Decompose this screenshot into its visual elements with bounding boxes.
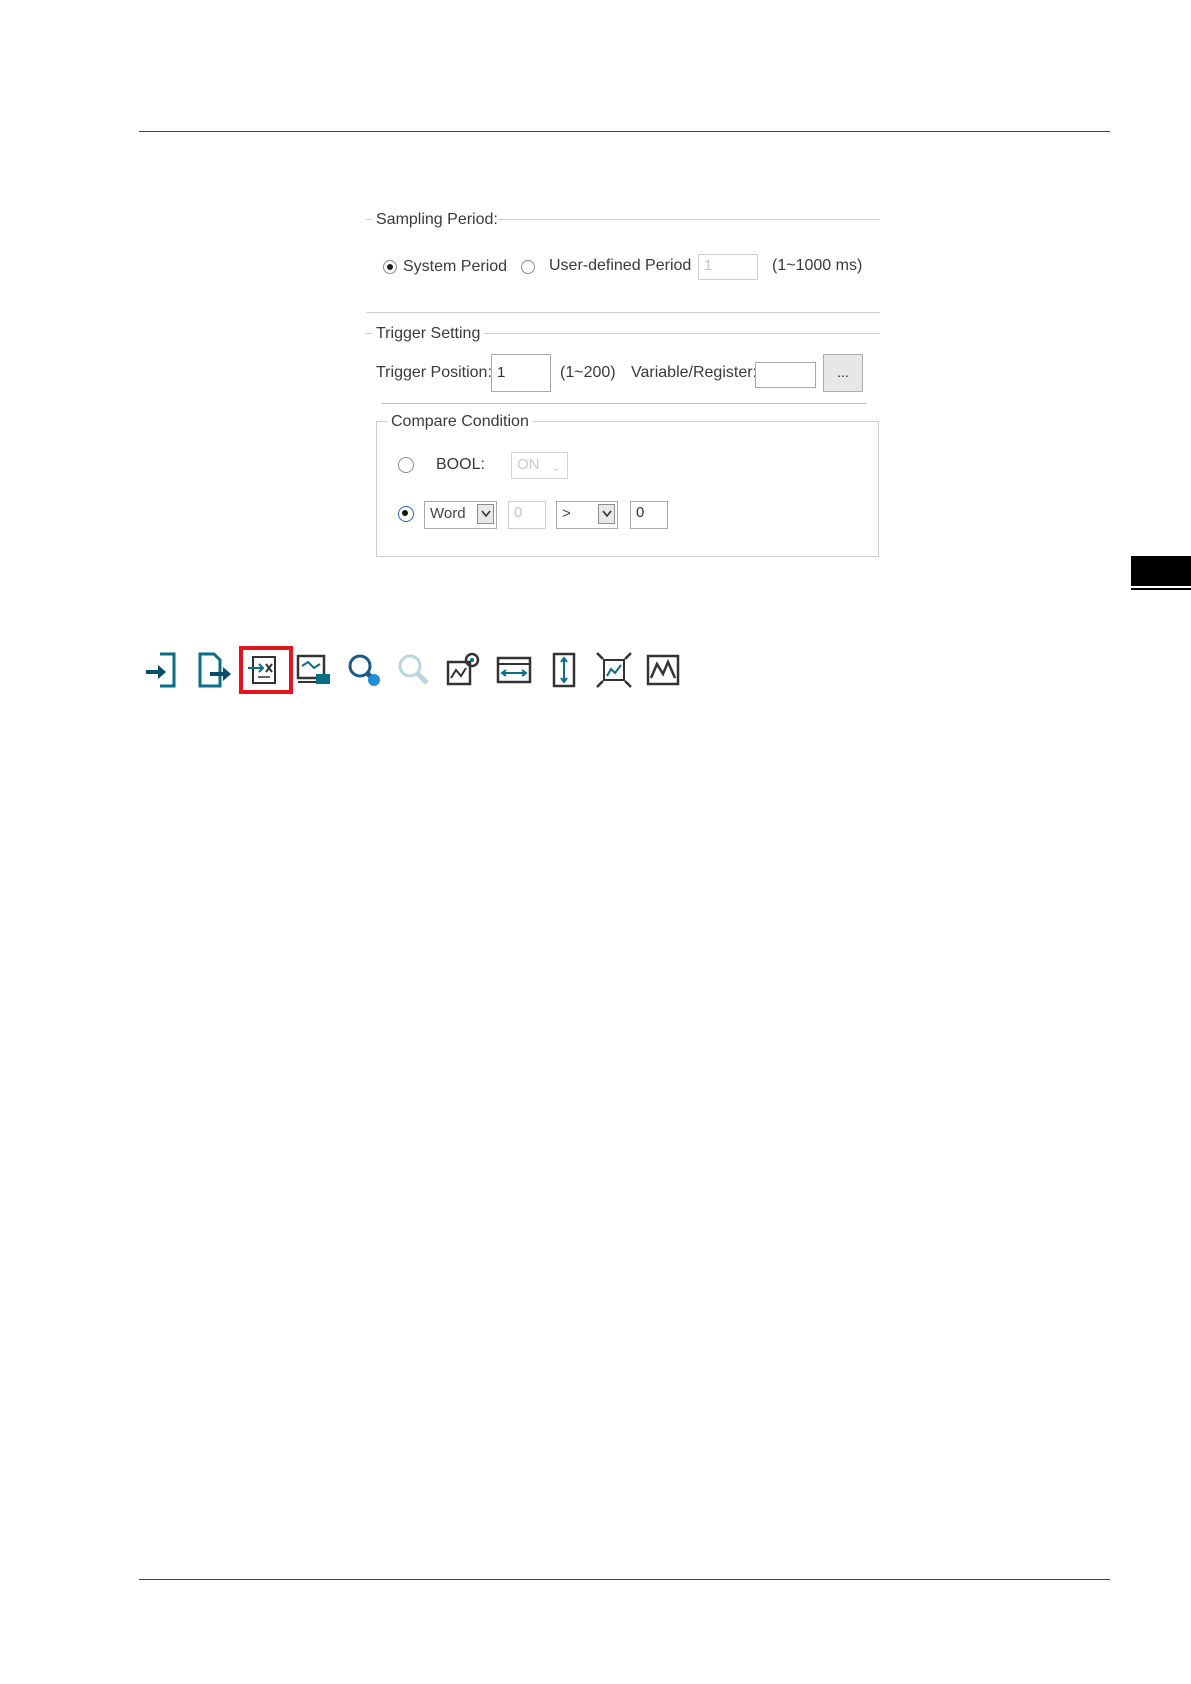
browse-variable-button[interactable]: ... xyxy=(823,354,863,392)
zoom-out-icon[interactable] xyxy=(394,650,434,690)
sampling-group-title: Sampling Period: xyxy=(376,211,498,228)
export-icon[interactable] xyxy=(194,650,234,690)
compare-condition-box xyxy=(376,421,879,557)
screen-capture-icon[interactable] xyxy=(294,650,334,690)
sampling-group-line-right xyxy=(498,219,880,220)
bool-radio[interactable] xyxy=(398,457,414,473)
bool-label: BOOL: xyxy=(436,456,485,473)
waveform-toolbar xyxy=(144,646,704,694)
trigger-group-line-left xyxy=(366,333,372,334)
zoom-in-icon[interactable] xyxy=(344,650,384,690)
chart-settings-icon[interactable] xyxy=(444,650,484,690)
fit-vertical-icon[interactable] xyxy=(544,650,584,690)
variable-register-label: Variable/Register: xyxy=(631,364,757,381)
fit-horizontal-icon[interactable] xyxy=(494,650,534,690)
word-radio[interactable] xyxy=(398,506,414,522)
fit-all-icon[interactable] xyxy=(594,650,634,690)
operand-input[interactable]: 0 xyxy=(508,501,546,529)
waveform-icon[interactable] xyxy=(644,650,684,690)
trigger-group-title: Trigger Setting xyxy=(376,325,481,342)
compare-group-title: Compare Condition xyxy=(387,412,533,432)
bool-value-select[interactable]: ON ⌄ xyxy=(511,452,568,479)
trigger-position-range: (1~200) xyxy=(560,364,616,381)
trigger-position-label: Trigger Position: xyxy=(376,364,492,381)
data-type-select[interactable]: Word xyxy=(424,501,497,529)
user-period-range: (1~1000 ms) xyxy=(772,257,863,274)
system-period-label: System Period xyxy=(403,258,508,275)
chevron-down-icon xyxy=(481,510,491,518)
operator-text: > xyxy=(562,505,571,522)
compare-value-input[interactable]: 0 xyxy=(630,501,668,529)
trigger-position-input[interactable]: 1 xyxy=(491,354,551,392)
sampling-trigger-panel: Sampling Period: System Period User-defi… xyxy=(366,205,880,561)
import-icon[interactable] xyxy=(144,650,184,690)
data-type-dropdown-arrow[interactable] xyxy=(477,504,494,524)
system-period-radio[interactable] xyxy=(383,260,397,274)
footer-rule xyxy=(139,1579,1110,1580)
bool-value-text: ON xyxy=(517,456,540,473)
trigger-group-line-right xyxy=(484,333,880,334)
user-period-input[interactable]: 1 xyxy=(698,254,758,280)
operator-select[interactable]: > xyxy=(556,501,618,529)
header-rule xyxy=(139,131,1110,132)
chevron-down-icon: ⌄ xyxy=(551,462,561,474)
variable-register-input[interactable] xyxy=(755,362,816,388)
operator-dropdown-arrow[interactable] xyxy=(598,504,615,524)
side-tab-underline xyxy=(1131,588,1191,590)
user-period-radio[interactable] xyxy=(521,260,535,274)
side-tab-marker xyxy=(1131,556,1191,586)
sampling-group-bottom-line xyxy=(366,312,880,313)
user-period-label: User-defined Period xyxy=(549,257,692,274)
sampling-group-line-left xyxy=(366,219,372,220)
chevron-down-icon xyxy=(602,510,612,518)
trigger-separator-line xyxy=(382,403,866,404)
trigger-setting-highlight xyxy=(239,646,293,694)
data-type-text: Word xyxy=(430,505,466,522)
